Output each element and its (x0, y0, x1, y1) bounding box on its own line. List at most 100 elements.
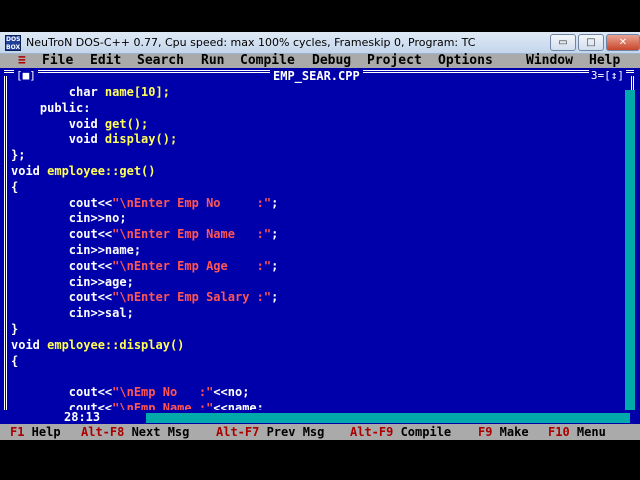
hint-label: Menu (569, 425, 606, 439)
code-token: display(); (104, 132, 178, 147)
code-token: } (11, 321, 19, 336)
menu-window[interactable]: Window (526, 54, 573, 68)
code-token: cin>>no; (11, 211, 127, 226)
code-token: cout<< (11, 290, 113, 305)
window-title: NeuTroN DOS-C++ 0.77, Cpu speed: max 100… (26, 36, 476, 49)
code-token: void (11, 116, 105, 131)
code-token: ; (271, 195, 279, 210)
cursor-position: 28:13 (64, 410, 101, 424)
code-token: "\nEnter Emp Salary :" (112, 290, 272, 305)
system-menu-icon[interactable]: ≡ (18, 54, 26, 68)
menu-options[interactable]: Options (438, 54, 493, 68)
code-line[interactable]: cout<<"\nEnter Emp Age :"; (11, 258, 279, 275)
code-line[interactable]: void employee::get() (11, 164, 278, 180)
editor-window[interactable]: [■] EMP_SEAR.CPP 3=[↕] char name[10]; pu… (0, 68, 640, 424)
code-token: public: (11, 100, 91, 115)
code-token: cout<< (11, 258, 113, 273)
code-line[interactable]: void get(); (11, 117, 278, 133)
hint-bar: F1 Help Alt-F8 Next Msg Alt-F7 Prev Msg Alt… (0, 424, 640, 440)
menu-edit[interactable]: Edit (90, 54, 121, 68)
code-line[interactable]: }; (11, 148, 278, 164)
code-token: void (11, 132, 105, 147)
hint-alt-f9[interactable]: Alt-F9 Compile (350, 424, 451, 440)
code-token: char (11, 85, 105, 99)
code-token: get(); (104, 116, 149, 131)
close-button[interactable]: ✕ (606, 34, 640, 51)
code-line[interactable]: cin>>name; (11, 243, 278, 259)
code-token: cin>>sal; (11, 306, 134, 321)
code-token: { (11, 179, 19, 194)
hint-label: Compile (393, 425, 452, 439)
menu-search[interactable]: Search (137, 54, 184, 68)
menu-bar: ≡ File Edit Search Run Compile Debug Pro… (0, 54, 640, 68)
code-area[interactable]: char name[10]; public: void get(); void … (11, 85, 278, 424)
editor-frame-left (4, 76, 7, 416)
maximize-button[interactable]: □ (578, 34, 604, 51)
hint-label: Make (492, 425, 529, 439)
code-line[interactable]: cin>>no; (11, 211, 278, 227)
menu-run[interactable]: Run (201, 54, 224, 68)
code-line[interactable]: cin>>age; (11, 275, 278, 291)
vertical-scrollbar[interactable] (625, 90, 635, 412)
code-token: "\nEmp No :" (112, 385, 214, 400)
hint-key: F9 (478, 425, 493, 439)
code-token: employee::display() (47, 337, 185, 352)
hint-label: Next Msg (124, 425, 190, 439)
code-token: <<no; (213, 385, 250, 400)
hint-key: Alt-F9 (350, 425, 394, 439)
code-token: }; (11, 148, 26, 163)
menu-file[interactable]: File (42, 54, 73, 68)
code-line[interactable]: cout<<"\nEmp No :"<<no; (11, 385, 278, 401)
code-token: void (11, 163, 48, 178)
code-token: cout<< (11, 227, 113, 242)
code-line[interactable] (11, 369, 278, 385)
code-line[interactable]: cout<<"\nEnter Emp Name :"; (11, 227, 279, 243)
code-token: cout<< (11, 385, 113, 400)
editor-filename: EMP_SEAR.CPP (270, 69, 363, 83)
hint-label: Prev Msg (259, 425, 325, 439)
editor-status-line: 28:13 (0, 410, 640, 424)
hint-key: Alt-F8 (81, 425, 125, 439)
horizontal-scrollbar[interactable] (146, 413, 630, 423)
hint-f1[interactable]: F1 Help (10, 424, 61, 440)
hint-key: Alt-F7 (216, 425, 260, 439)
dosbox-icon: DOS BOX (5, 34, 21, 51)
code-line[interactable]: void employee::display() (11, 338, 278, 354)
hint-f10[interactable]: F10 Menu (548, 424, 606, 440)
code-token: { (11, 353, 19, 368)
code-line[interactable]: { (11, 354, 278, 370)
hint-key: F1 (10, 425, 25, 439)
code-line[interactable]: char name[10]; (11, 85, 278, 101)
menu-compile[interactable]: Compile (240, 54, 295, 68)
code-token: cin>>age; (11, 274, 134, 289)
code-token: name[10]; (104, 85, 170, 99)
code-line[interactable]: cout<<"\nEnter Emp No :"; (11, 195, 279, 212)
hint-alt-f7[interactable]: Alt-F7 Prev Msg (216, 424, 324, 440)
code-token: ; (271, 227, 279, 242)
code-token: "\nEnter Emp Name :" (112, 227, 272, 242)
editor-close-box[interactable]: [■] (14, 69, 38, 82)
menu-project[interactable]: Project (367, 54, 422, 68)
code-token: void (11, 337, 48, 352)
code-token: employee::get() (47, 163, 156, 178)
code-token: "\nEnter Emp No :" (112, 195, 272, 210)
code-line[interactable]: { (11, 180, 278, 196)
code-token: "\nEnter Emp Age :" (112, 258, 272, 273)
window-controls: ▭ □ ✕ (548, 34, 640, 51)
code-line[interactable]: cout<<"\nEnter Emp Salary :"; (11, 290, 279, 306)
editor-window-number[interactable]: 3=[↕] (588, 69, 626, 82)
turbo-cpp-ide: ≡ File Edit Search Run Compile Debug Pro… (0, 54, 640, 452)
code-token: cin>>name; (11, 242, 142, 257)
code-line[interactable]: cin>>sal; (11, 306, 278, 322)
code-token: cout<< (11, 195, 113, 210)
window-title-bar[interactable]: DOS BOX NeuTroN DOS-C++ 0.77, Cpu speed:… (0, 32, 640, 54)
hint-alt-f8[interactable]: Alt-F8 Next Msg (81, 424, 189, 440)
minimize-button[interactable]: ▭ (550, 34, 576, 51)
menu-help[interactable]: Help (589, 54, 620, 68)
menu-debug[interactable]: Debug (312, 54, 351, 68)
code-line[interactable]: void display(); (11, 132, 278, 148)
hint-key: F10 (548, 425, 570, 439)
code-line[interactable]: } (11, 322, 278, 338)
hint-f9[interactable]: F9 Make (478, 424, 529, 440)
code-line[interactable]: public: (11, 101, 278, 117)
